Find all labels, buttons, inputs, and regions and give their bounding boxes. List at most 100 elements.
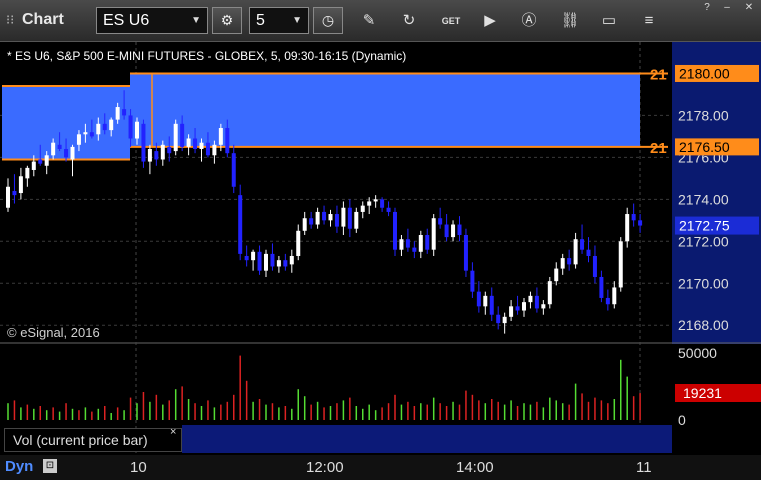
candle-down[interactable] [225,128,230,154]
candle-down[interactable] [128,115,133,139]
candle-up[interactable] [502,316,507,324]
candle-up[interactable] [509,306,514,317]
volume-study-bar[interactable] [182,425,672,453]
candle-down[interactable] [244,255,249,261]
candle-up[interactable] [360,205,365,212]
candle-up[interactable] [147,148,152,162]
candle-up[interactable] [289,255,294,265]
candle-down[interactable] [631,214,636,221]
candle-down[interactable] [586,249,591,256]
candle-up[interactable] [6,186,10,208]
candle-up[interactable] [25,167,30,179]
candle-down[interactable] [205,142,210,156]
candle-down[interactable] [580,239,585,250]
candle-down[interactable] [193,138,198,149]
candle-up[interactable] [70,146,75,160]
candle-down[interactable] [412,247,417,252]
dropdown-arrow-icon[interactable]: ▼ [191,8,201,33]
candle-up[interactable] [296,230,301,256]
candle-up[interactable] [612,287,617,305]
candle-down[interactable] [599,276,604,298]
candle-down[interactable] [592,255,597,277]
candle-down[interactable] [638,220,643,226]
candle-down[interactable] [567,258,572,265]
price-chart[interactable]: * ES U6, S&P 500 E-MINI FUTURES - GLOBEX… [0,42,761,455]
candle-down[interactable] [438,218,443,225]
candle-down[interactable] [238,195,243,254]
candle-up[interactable] [483,295,488,307]
candle-down[interactable] [534,295,539,309]
candle-down[interactable] [38,159,43,164]
candle-down[interactable] [141,123,146,162]
candle-up[interactable] [173,123,178,152]
candle-up[interactable] [373,199,378,202]
link-icon[interactable]: ⛓ [559,10,581,32]
candle-down[interactable] [64,148,69,158]
candle-up[interactable] [51,142,56,156]
candle-down[interactable] [489,295,494,315]
candle-down[interactable] [425,235,430,250]
candle-down[interactable] [89,132,94,137]
dropdown-arrow-icon[interactable]: ▼ [292,8,302,33]
dynamic-mode-label[interactable]: Dyn [5,458,33,475]
candle-up[interactable] [109,119,114,131]
get-icon[interactable]: GET [440,10,462,32]
pencil-icon[interactable]: ✎ [358,10,380,32]
refresh-icon[interactable]: ↻ [398,10,420,32]
candle-down[interactable] [393,211,397,250]
candle-down[interactable] [12,190,17,196]
candle-up[interactable] [76,134,81,145]
candle-down[interactable] [231,153,236,187]
candle-down[interactable] [102,123,107,131]
candle-up[interactable] [31,161,36,170]
interval-combobox[interactable]: 5 ▼ [249,7,309,34]
volume-study-title[interactable]: Vol (current price bar) [4,428,182,452]
candle-down[interactable] [347,207,352,229]
candle-up[interactable] [18,176,23,194]
candle-up[interactable] [328,214,333,221]
candle-down[interactable] [380,199,385,208]
candle-down[interactable] [496,314,501,324]
candle-down[interactable] [463,235,468,271]
candle-up[interactable] [399,239,404,250]
candle-up[interactable] [44,155,49,166]
candle-up[interactable] [135,121,139,139]
candle-up[interactable] [218,128,223,145]
candle-down[interactable] [270,253,275,267]
candle-up[interactable] [554,268,559,282]
symbol-settings-button[interactable]: ⚙ [212,7,242,34]
help-icon[interactable]: ? [698,1,716,15]
candle-down[interactable] [457,224,462,236]
candle-up[interactable] [212,144,217,156]
candle-down[interactable] [283,260,288,267]
candle-up[interactable] [160,144,165,160]
candle-up[interactable] [264,253,268,271]
candle-down[interactable] [309,218,314,225]
candle-down[interactable] [122,109,127,116]
comment-icon[interactable]: ▭ [598,10,620,32]
candle-up[interactable] [115,107,120,120]
symbol-combobox[interactable]: ES U6 ▼ [96,7,208,34]
candle-down[interactable] [605,297,610,305]
candle-down[interactable] [470,270,475,292]
candle-down[interactable] [154,151,159,160]
candle-up[interactable] [625,214,630,242]
candle-down[interactable] [444,224,449,238]
candle-up[interactable] [367,201,372,206]
candle-up[interactable] [199,142,204,149]
candle-up[interactable] [251,251,256,261]
candle-up[interactable] [186,138,191,147]
minimize-icon[interactable]: – [718,1,736,15]
candle-down[interactable] [386,207,391,212]
candle-up[interactable] [522,302,526,311]
candle-up[interactable] [451,224,456,238]
candle-up[interactable] [431,218,436,250]
lock-icon[interactable]: ⊡ [43,459,57,473]
candle-up[interactable] [341,207,346,227]
candle-up[interactable] [541,304,546,309]
candle-down[interactable] [180,123,185,147]
candle-down[interactable] [322,211,327,221]
candle-up[interactable] [547,281,552,305]
candle-up[interactable] [96,123,101,135]
candle-up[interactable] [315,211,320,225]
